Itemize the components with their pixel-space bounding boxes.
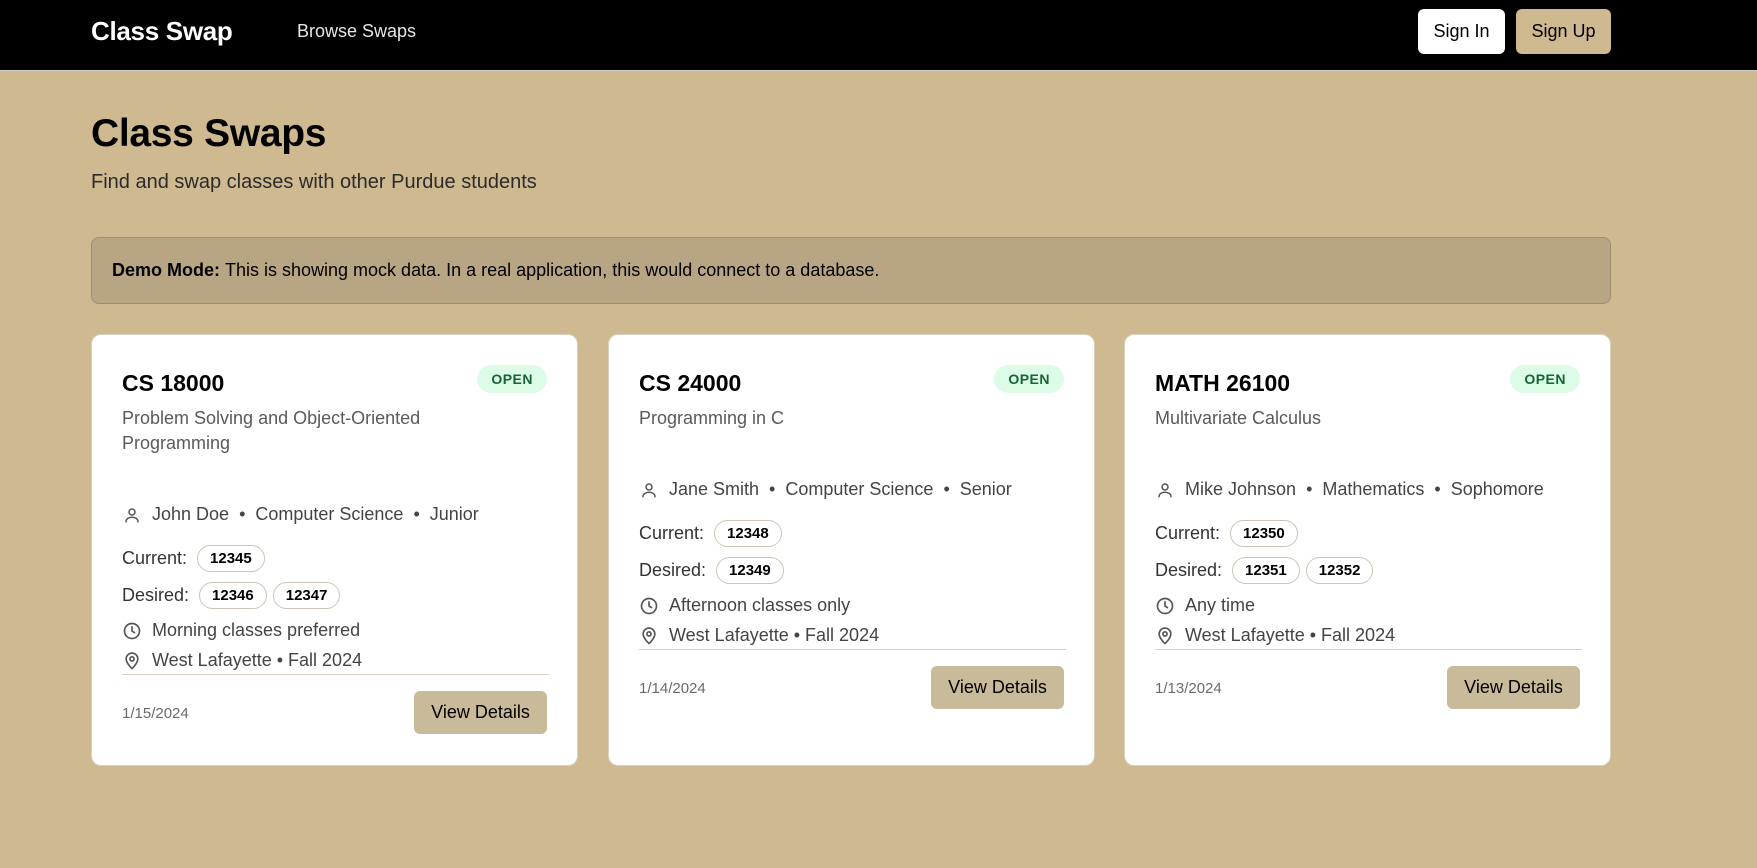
page-subtitle: Find and swap classes with other Purdue …	[91, 171, 537, 193]
demo-mode-banner: Demo Mode: This is showing mock data. In…	[91, 237, 1611, 304]
view-details-button[interactable]: View Details	[931, 666, 1064, 709]
desired-sections: Desired: 12351 12352	[1155, 557, 1379, 584]
location-text: West Lafayette • Fall 2024	[1185, 625, 1396, 645]
posted-date: 1/13/2024	[1155, 680, 1222, 697]
demo-mode-label: Demo Mode:	[112, 260, 220, 280]
section-chip: 12348	[714, 520, 782, 547]
course-code: CS 24000	[639, 370, 742, 396]
view-details-button[interactable]: View Details	[1447, 666, 1580, 709]
student-major: Computer Science	[255, 504, 404, 524]
status-badge: OPEN	[994, 365, 1064, 393]
separator-dot: •	[239, 504, 246, 524]
location-text: West Lafayette • Fall 2024	[152, 650, 363, 670]
sign-in-button[interactable]: Sign In	[1418, 9, 1505, 54]
location-text: West Lafayette • Fall 2024	[669, 625, 880, 645]
clock-icon	[1155, 596, 1175, 616]
separator-dot: •	[769, 479, 776, 499]
student-major: Computer Science	[785, 479, 934, 499]
card-divider	[639, 649, 1066, 650]
section-chip: 12347	[272, 582, 341, 609]
card-divider	[1155, 649, 1582, 650]
nav-browse-swaps[interactable]: Browse Swaps	[297, 21, 416, 42]
section-chip: 12352	[1305, 557, 1374, 584]
user-icon	[639, 480, 659, 500]
time-preference: Afternoon classes only	[639, 595, 850, 616]
current-sections: Current: 12348	[639, 520, 788, 547]
view-details-button[interactable]: View Details	[414, 691, 547, 734]
student-major: Mathematics	[1322, 479, 1425, 499]
clock-icon	[639, 596, 659, 616]
status-badge: OPEN	[477, 365, 547, 393]
current-label: Current:	[1155, 523, 1221, 543]
section-chip: 12350	[1230, 520, 1298, 547]
student-name: Jane Smith	[669, 479, 760, 499]
separator-dot: •	[413, 504, 420, 524]
map-pin-icon	[122, 651, 142, 671]
swap-card: CS 24000 OPEN Programming in C Jane Smith • C…	[608, 334, 1095, 766]
current-sections: Current: 12345	[122, 545, 271, 572]
time-preference: Any time	[1155, 595, 1255, 616]
separator-dot: •	[943, 479, 950, 499]
location-info: West Lafayette • Fall 2024	[639, 625, 879, 646]
student-name: Mike Johnson	[1185, 479, 1297, 499]
section-chip: 12351	[1232, 557, 1300, 584]
current-sections: Current: 12350	[1155, 520, 1304, 547]
card-divider	[122, 674, 549, 675]
sign-up-button[interactable]: Sign Up	[1516, 9, 1611, 54]
course-code: CS 18000	[122, 370, 225, 396]
navbar: Class Swap Browse Swaps Sign In Sign Up	[0, 0, 1757, 71]
student-info: John Doe • Computer Science • Junior	[122, 504, 479, 525]
posted-date: 1/14/2024	[639, 680, 706, 697]
separator-dot: •	[1434, 479, 1441, 499]
desired-sections: Desired: 12349	[639, 557, 790, 584]
student-info: Jane Smith • Computer Science • Senior	[639, 479, 1012, 500]
desired-sections: Desired: 12346 12347	[122, 582, 346, 609]
student-name: John Doe	[152, 504, 230, 524]
current-label: Current:	[122, 548, 188, 568]
desired-label: Desired:	[122, 585, 190, 605]
clock-icon	[122, 621, 142, 641]
preference-text: Afternoon classes only	[669, 595, 851, 615]
course-code: MATH 26100	[1155, 370, 1291, 396]
swap-card: CS 18000 OPEN Problem Solving and Object-O…	[91, 334, 578, 766]
course-name: Problem Solving and Object-Oriented Prog…	[122, 408, 421, 453]
student-year: Sophomore	[1450, 479, 1544, 499]
section-chip: 12349	[716, 557, 784, 584]
student-info: Mike Johnson • Mathematics • Sophomore	[1155, 479, 1544, 500]
brand-logo[interactable]: Class Swap	[91, 16, 233, 47]
time-preference: Morning classes preferred	[122, 620, 360, 641]
section-chip: 12345	[197, 545, 265, 572]
separator-dot: •	[1306, 479, 1313, 499]
user-icon	[122, 505, 142, 525]
desired-label: Desired:	[1155, 560, 1223, 580]
student-year: Senior	[959, 479, 1012, 499]
preference-text: Morning classes preferred	[152, 620, 361, 640]
preference-text: Any time	[1185, 595, 1256, 615]
desired-label: Desired:	[639, 560, 707, 580]
map-pin-icon	[639, 626, 659, 646]
current-label: Current:	[639, 523, 705, 543]
course-name: Multivariate Calculus	[1155, 408, 1322, 428]
status-badge: OPEN	[1510, 365, 1580, 393]
course-name: Programming in C	[639, 408, 785, 428]
posted-date: 1/15/2024	[122, 705, 189, 722]
student-year: Junior	[429, 504, 479, 524]
location-info: West Lafayette • Fall 2024	[1155, 625, 1395, 646]
user-icon	[1155, 480, 1175, 500]
section-chip: 12346	[199, 582, 267, 609]
location-info: West Lafayette • Fall 2024	[122, 650, 362, 671]
map-pin-icon	[1155, 626, 1175, 646]
page-title: Class Swaps	[91, 112, 327, 155]
swap-card: MATH 26100 OPEN Multivariate Calculus Mike …	[1124, 334, 1611, 766]
demo-mode-text: This is showing mock data. In a real app…	[225, 260, 880, 280]
